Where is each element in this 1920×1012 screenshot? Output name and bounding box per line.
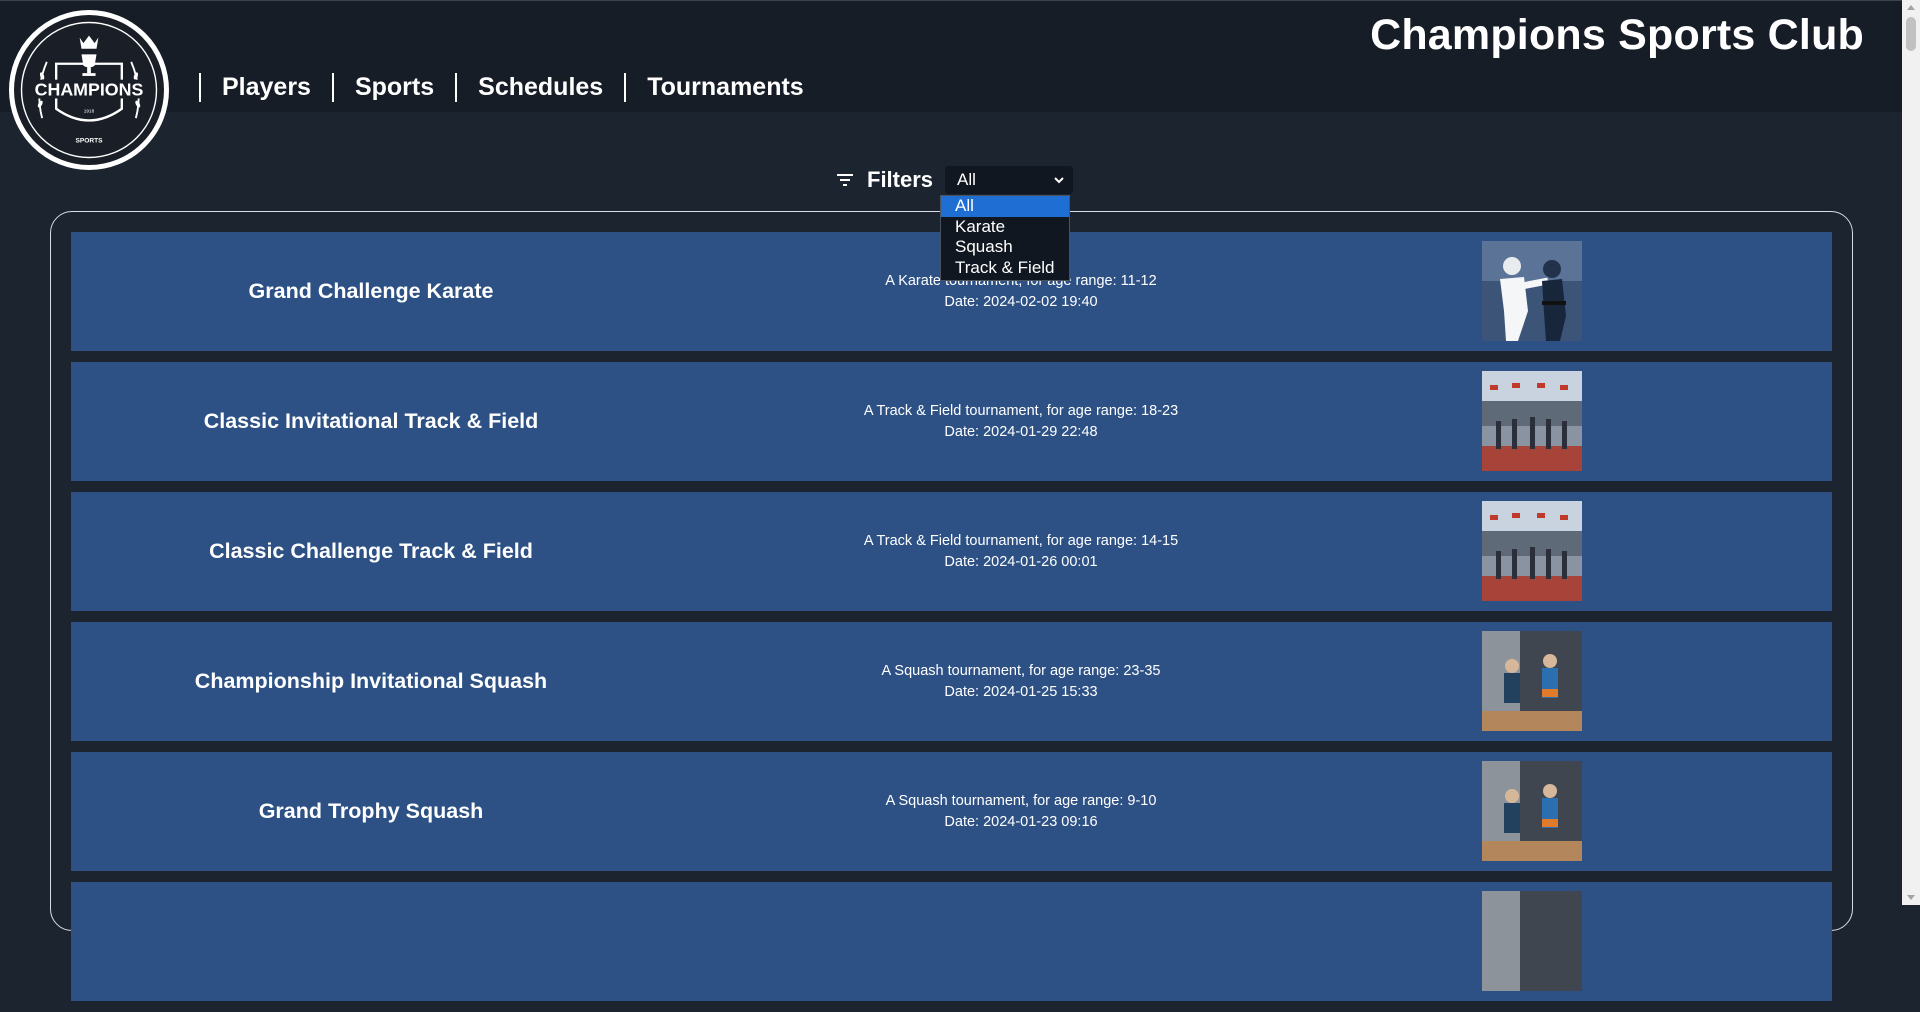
- tournament-date: Date: 2024-01-25 15:33: [944, 683, 1098, 700]
- track-field-image: [1482, 501, 1582, 601]
- logo-year: 1918: [84, 109, 95, 114]
- nav-link-players[interactable]: Players: [201, 73, 332, 102]
- squash-image: [1482, 891, 1582, 991]
- logo-text: CHAMPIONS: [35, 80, 144, 100]
- dropdown-option-karate[interactable]: Karate: [941, 217, 1069, 238]
- tournament-title: Grand Trophy Squash: [258, 799, 484, 823]
- site-title: Champions Sports Club: [1370, 11, 1864, 59]
- site-header: Champions Sports Club Players Sports Sch…: [0, 0, 1902, 112]
- tournament-card[interactable]: Grand Trophy Squash A Squash tournament,…: [71, 752, 1832, 871]
- tournament-card[interactable]: Classic Challenge Track & Field A Track …: [71, 492, 1832, 611]
- dropdown-option-all[interactable]: All: [941, 196, 1069, 217]
- sport-filter-value: All: [957, 170, 976, 189]
- tournament-title: Classic Challenge Track & Field: [209, 539, 533, 563]
- tournament-description: A Track & Field tournament, for age rang…: [863, 532, 1179, 549]
- sport-filter-dropdown: All Karate Squash Track & Field: [940, 195, 1070, 281]
- scroll-up-icon[interactable]: [1907, 5, 1915, 10]
- page-scrollbar[interactable]: [1902, 0, 1920, 905]
- tournament-card-partial[interactable]: [71, 882, 1832, 1001]
- club-logo[interactable]: CHAMPIONS 1918 SPORTS: [9, 10, 169, 170]
- chevron-down-icon: [1054, 177, 1064, 184]
- filters-label: Filters: [867, 167, 934, 192]
- tournament-details: A Track & Field tournament, for age rang…: [671, 492, 1371, 611]
- tournament-details: A Squash tournament, for age range: 23-3…: [671, 622, 1371, 741]
- tournament-date: Date: 2024-01-29 22:48: [944, 423, 1098, 440]
- nav-link-tournaments[interactable]: Tournaments: [626, 73, 825, 102]
- scroll-down-icon[interactable]: [1907, 895, 1915, 900]
- filter-icon: [837, 174, 853, 186]
- tournament-description: A Squash tournament, for age range: 23-3…: [881, 662, 1161, 679]
- scrollbar-thumb[interactable]: [1906, 17, 1916, 51]
- tournament-date: Date: 2024-01-23 09:16: [944, 813, 1098, 830]
- dropdown-option-track-field[interactable]: Track & Field: [941, 258, 1069, 279]
- karate-image: [1482, 241, 1582, 341]
- filters-bar: Filters All: [833, 165, 1075, 195]
- logo-subtext: SPORTS: [76, 138, 104, 145]
- squash-image: [1482, 761, 1582, 861]
- squash-image: [1482, 631, 1582, 731]
- tournament-list: Grand Challenge Karate A Karate tourname…: [71, 232, 1832, 1012]
- tournament-title: Championship Invitational Squash: [194, 669, 548, 693]
- tournament-description: A Squash tournament, for age range: 9-10: [885, 792, 1157, 809]
- nav-link-schedules[interactable]: Schedules: [457, 73, 624, 102]
- tournament-details: A Squash tournament, for age range: 9-10…: [671, 752, 1371, 871]
- tournament-date: Date: 2024-01-26 00:01: [944, 553, 1098, 570]
- tournament-details: A Track & Field tournament, for age rang…: [671, 362, 1371, 481]
- tournament-title: Classic Invitational Track & Field: [203, 409, 539, 433]
- tournament-description: A Track & Field tournament, for age rang…: [863, 402, 1179, 419]
- main-nav: Players Sports Schedules Tournaments: [199, 73, 825, 102]
- tournament-card[interactable]: Classic Invitational Track & Field A Tra…: [71, 362, 1832, 481]
- dropdown-option-squash[interactable]: Squash: [941, 237, 1069, 258]
- tournament-card[interactable]: Championship Invitational Squash A Squas…: [71, 622, 1832, 741]
- nav-link-sports[interactable]: Sports: [334, 73, 455, 102]
- tournament-title: Grand Challenge Karate: [248, 279, 494, 303]
- sport-filter-select[interactable]: All: [944, 165, 1075, 195]
- track-field-image: [1482, 371, 1582, 471]
- tournament-date: Date: 2024-02-02 19:40: [944, 293, 1098, 310]
